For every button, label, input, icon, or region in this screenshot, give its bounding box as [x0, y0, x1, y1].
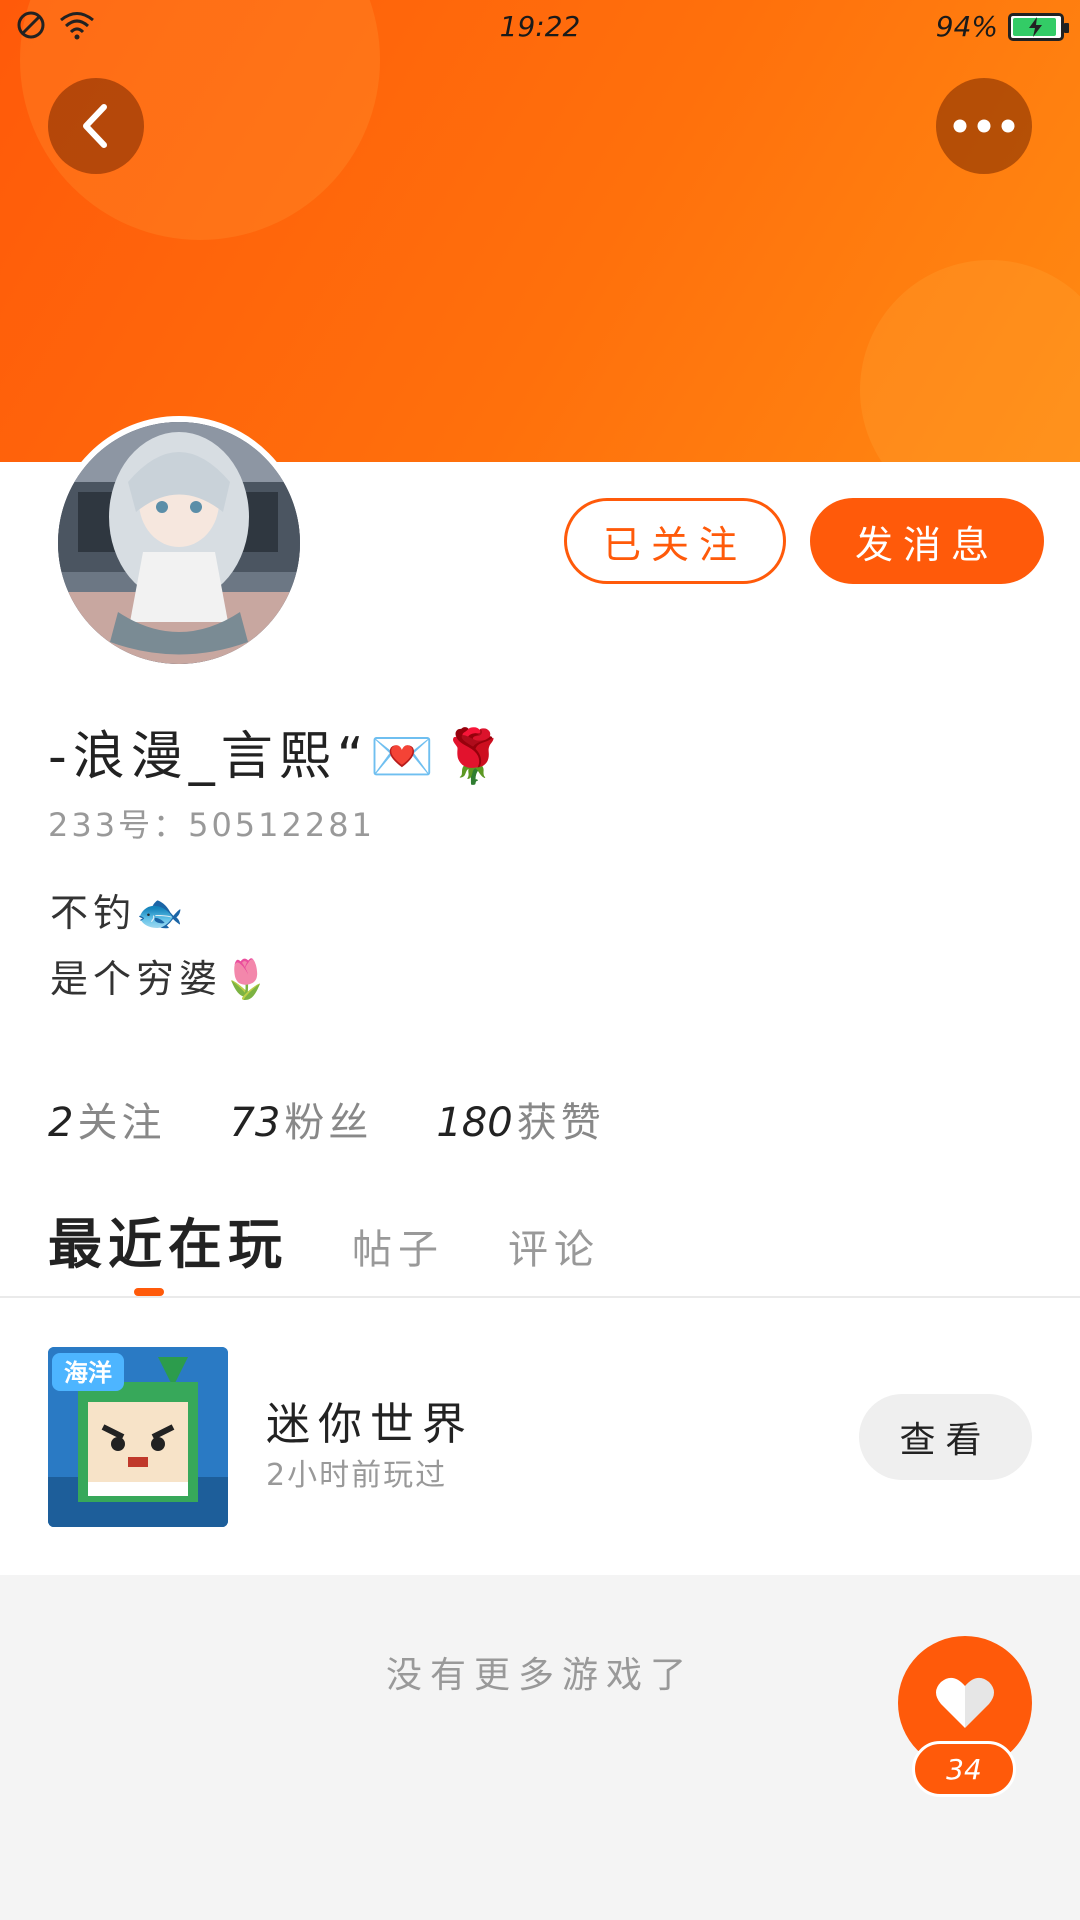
stat-following[interactable]: 2 关注 — [48, 1090, 165, 1148]
stat-value: 180 — [436, 1100, 513, 1146]
tab-comments[interactable]: 评论 — [508, 1217, 600, 1275]
send-message-button[interactable]: 发消息 — [810, 498, 1044, 584]
stat-value: 73 — [229, 1100, 281, 1146]
stat-label: 获赞 — [516, 1100, 605, 1146]
charging-bolt-icon — [1029, 16, 1042, 37]
user-id: 233号：50512281 — [48, 806, 375, 844]
game-name: 迷你世界 — [266, 1399, 474, 1450]
bio-line: 不钓🐟 — [50, 891, 189, 935]
game-cover-image: 海洋 — [48, 1347, 228, 1527]
game-played-time: 2小时前玩过 — [266, 1458, 448, 1493]
status-bar: 19:22 94% — [0, 0, 1080, 54]
username: -浪漫_言熙“💌🌹 — [48, 727, 512, 787]
tab-recently-played[interactable]: 最近在玩 — [48, 1200, 288, 1279]
back-button[interactable] — [48, 78, 144, 174]
status-time: 19:22 — [499, 10, 581, 43]
bio-line: 是个穷婆🌷 — [50, 957, 275, 1001]
stat-likes: 180 获赞 — [436, 1090, 604, 1148]
view-game-button[interactable]: 查看 — [859, 1394, 1032, 1480]
more-horizontal-icon — [953, 119, 1015, 133]
game-icon[interactable]: 海洋 — [48, 1347, 228, 1527]
divider — [0, 1296, 1080, 1298]
battery-icon — [1008, 12, 1069, 41]
stat-label: 关注 — [77, 1100, 166, 1146]
avatar[interactable] — [52, 416, 306, 670]
stat-value: 2 — [48, 1100, 74, 1146]
tab-posts[interactable]: 帖子 — [352, 1217, 444, 1275]
tab-bar: 最近在玩 帖子 评论 — [48, 1200, 600, 1279]
stat-fans[interactable]: 73 粉丝 — [229, 1090, 372, 1148]
followed-button[interactable]: 已关注 — [564, 498, 786, 584]
stat-label: 粉丝 — [284, 1100, 373, 1146]
battery-percent: 94% — [935, 10, 998, 43]
stats: 2 关注 73 粉丝 180 获赞 — [48, 1090, 605, 1148]
bio: 不钓🐟 是个穷婆🌷 — [50, 880, 274, 1012]
chevron-left-icon — [83, 104, 107, 148]
active-tab-indicator — [134, 1288, 164, 1296]
game-icon-text: 海洋 — [64, 1359, 112, 1387]
heart-icon — [936, 1677, 994, 1728]
like-count: 34 — [912, 1741, 1016, 1797]
profile-header-background — [0, 0, 1080, 462]
avatar-image — [58, 422, 300, 664]
more-button[interactable] — [936, 78, 1032, 174]
